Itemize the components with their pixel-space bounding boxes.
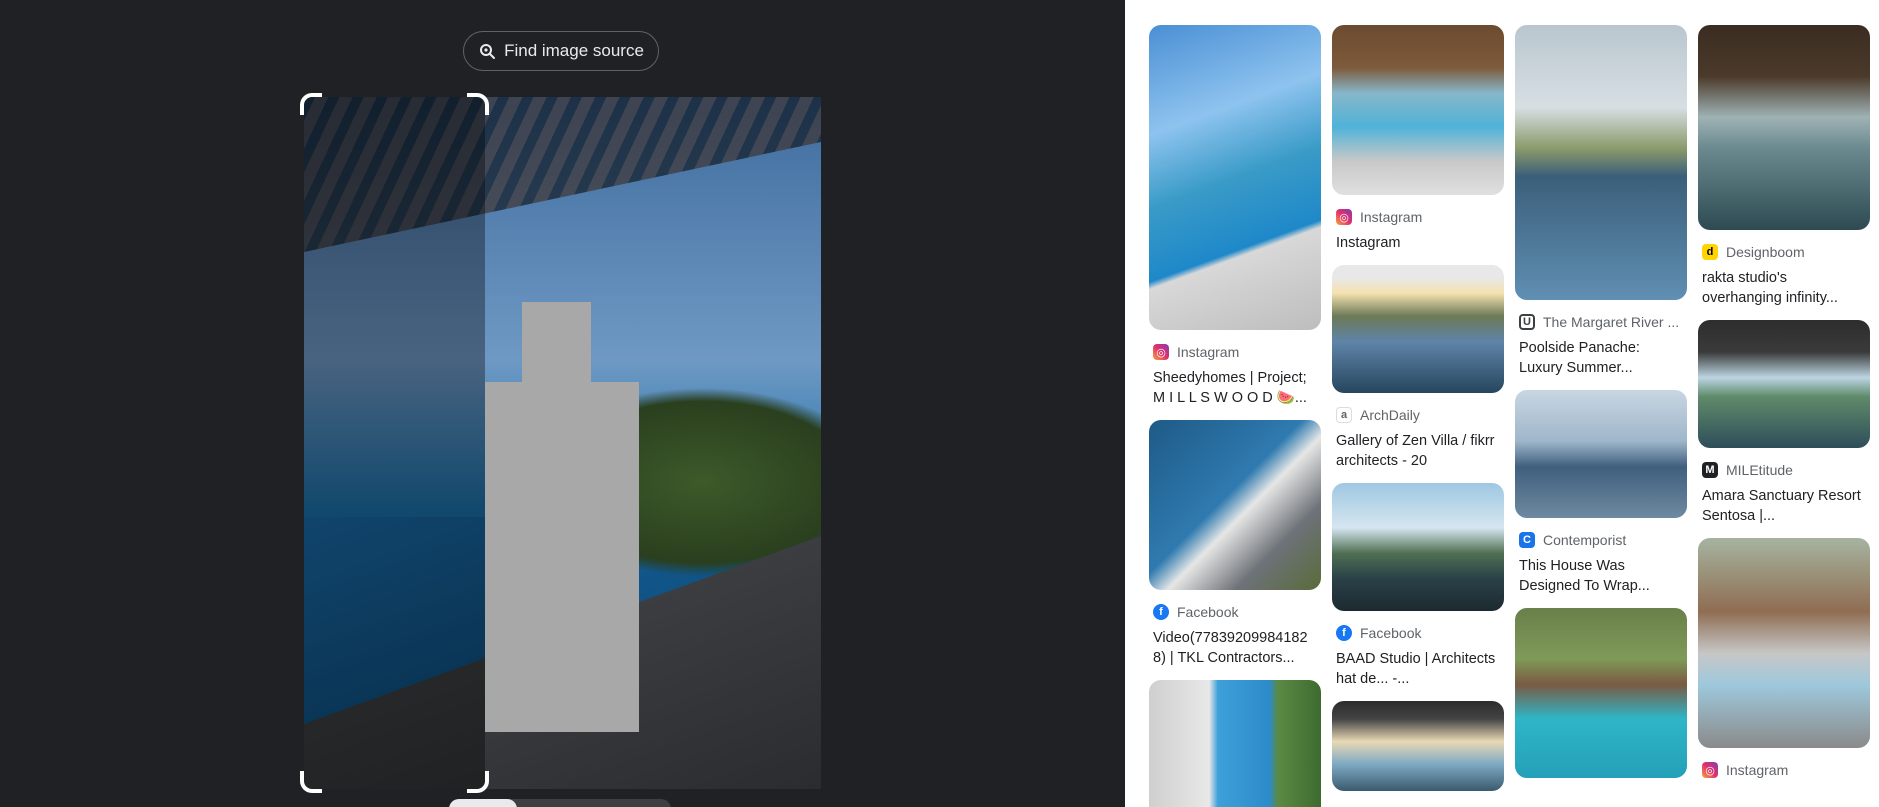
redaction-block	[485, 382, 639, 732]
source-name: The Margaret River ...	[1543, 314, 1680, 330]
selected-region-overlay	[304, 97, 485, 789]
mode-toggle[interactable]	[449, 799, 671, 807]
instagram-icon: ◎	[1336, 209, 1352, 225]
result-title[interactable]: Video(77839209984182 8) | TKL Contractor…	[1153, 628, 1317, 668]
result-card[interactable]: U The Margaret River ... Poolside Panach…	[1515, 25, 1687, 378]
result-card[interactable]	[1332, 701, 1504, 791]
result-card[interactable]	[1515, 608, 1687, 778]
result-source[interactable]: M MILEtitude	[1702, 460, 1866, 480]
result-title[interactable]: Amara Sanctuary Resort Sentosa |...	[1702, 486, 1866, 526]
facebook-icon: f	[1336, 625, 1352, 641]
designboom-icon: d	[1702, 244, 1718, 260]
result-thumbnail[interactable]	[1332, 25, 1504, 195]
result-card[interactable]: f Facebook BAAD Studio | Architects hat …	[1332, 483, 1504, 689]
redaction-block	[522, 302, 591, 382]
result-title[interactable]: Poolside Panache: Luxury Summer...	[1519, 338, 1683, 378]
result-source[interactable]: ◎ Instagram	[1153, 342, 1317, 362]
result-card[interactable]: f Facebook Video(77839209984182 8) | TKL…	[1149, 420, 1321, 668]
mode-toggle-active[interactable]	[449, 799, 517, 807]
margaret-river-icon: U	[1519, 314, 1535, 330]
results-column: U The Margaret River ... Poolside Panach…	[1515, 25, 1687, 790]
source-name: Contemporist	[1543, 532, 1627, 548]
archdaily-icon: a	[1336, 407, 1352, 423]
source-name: Designboom	[1726, 244, 1805, 260]
result-source[interactable]: a ArchDaily	[1336, 405, 1500, 425]
results-column: ◎ Instagram Instagram a ArchDaily Galler…	[1332, 25, 1504, 803]
crop-handle-bottom-right[interactable]	[467, 771, 489, 793]
instagram-icon: ◎	[1153, 344, 1169, 360]
crop-handle-bottom-left[interactable]	[300, 771, 322, 793]
source-name: Instagram	[1726, 762, 1789, 778]
result-thumbnail[interactable]	[1332, 265, 1504, 393]
lens-search-icon	[478, 42, 496, 60]
result-thumbnail[interactable]	[1332, 701, 1504, 791]
result-title[interactable]: Sheedyhomes | Project; M I L L S W O O D…	[1153, 368, 1317, 408]
result-source[interactable]: C Contemporist	[1519, 530, 1683, 550]
result-title[interactable]: This House Was Designed To Wrap...	[1519, 556, 1683, 596]
result-title[interactable]: BAAD Studio | Architects hat de... -...	[1336, 649, 1500, 689]
result-source[interactable]: f Facebook	[1336, 623, 1500, 643]
source-name: Facebook	[1360, 625, 1422, 641]
result-card[interactable]: a ArchDaily Gallery of Zen Villa / fikrr…	[1332, 265, 1504, 471]
result-card[interactable]: d Designboom rakta studio's overhanging …	[1698, 25, 1870, 308]
result-thumbnail[interactable]	[1515, 608, 1687, 778]
query-image[interactable]	[304, 97, 821, 789]
result-thumbnail[interactable]	[1515, 25, 1687, 300]
result-thumbnail[interactable]	[1332, 483, 1504, 611]
contemporist-icon: C	[1519, 532, 1535, 548]
result-thumbnail[interactable]	[1149, 25, 1321, 330]
result-card[interactable]: ◎ Instagram	[1698, 538, 1870, 780]
result-title[interactable]: Gallery of Zen Villa / fikrr architects …	[1336, 431, 1500, 471]
result-title[interactable]: rakta studio's overhanging infinity...	[1702, 268, 1866, 308]
result-card[interactable]: M MILEtitude Amara Sanctuary Resort Sent…	[1698, 320, 1870, 526]
source-name: Instagram	[1177, 344, 1240, 360]
instagram-icon: ◎	[1702, 762, 1718, 778]
result-title[interactable]: Instagram	[1336, 233, 1500, 253]
result-source[interactable]: ◎ Instagram	[1702, 760, 1866, 780]
results-column: ◎ Instagram Sheedyhomes | Project; M I L…	[1149, 25, 1321, 807]
result-source[interactable]: f Facebook	[1153, 602, 1317, 622]
result-card[interactable]	[1149, 680, 1321, 807]
source-name: Instagram	[1360, 209, 1423, 225]
results-column: d Designboom rakta studio's overhanging …	[1698, 25, 1870, 792]
facebook-icon: f	[1153, 604, 1169, 620]
result-thumbnail[interactable]	[1515, 390, 1687, 518]
result-card[interactable]: C Contemporist This House Was Designed T…	[1515, 390, 1687, 596]
find-image-source-button[interactable]: Find image source	[463, 31, 659, 71]
source-name: Facebook	[1177, 604, 1239, 620]
result-thumbnail[interactable]	[1698, 25, 1870, 230]
result-source[interactable]: U The Margaret River ...	[1519, 312, 1683, 332]
source-name: MILEtitude	[1726, 462, 1793, 478]
result-card[interactable]: ◎ Instagram Instagram	[1332, 25, 1504, 253]
visual-matches-pane: ◎ Instagram Sheedyhomes | Project; M I L…	[1125, 0, 1879, 807]
result-thumbnail[interactable]	[1149, 420, 1321, 590]
result-thumbnail[interactable]	[1698, 320, 1870, 448]
result-source[interactable]: ◎ Instagram	[1336, 207, 1500, 227]
crop-handle-top-right[interactable]	[467, 93, 489, 115]
result-source[interactable]: d Designboom	[1702, 242, 1866, 262]
result-thumbnail[interactable]	[1698, 538, 1870, 748]
result-thumbnail[interactable]	[1149, 680, 1321, 807]
image-preview-pane: Find image source	[0, 0, 1125, 807]
miletitude-icon: M	[1702, 462, 1718, 478]
source-name: ArchDaily	[1360, 407, 1420, 423]
result-card[interactable]: ◎ Instagram Sheedyhomes | Project; M I L…	[1149, 25, 1321, 408]
crop-handle-top-left[interactable]	[300, 93, 322, 115]
find-image-source-label: Find image source	[504, 41, 644, 60]
